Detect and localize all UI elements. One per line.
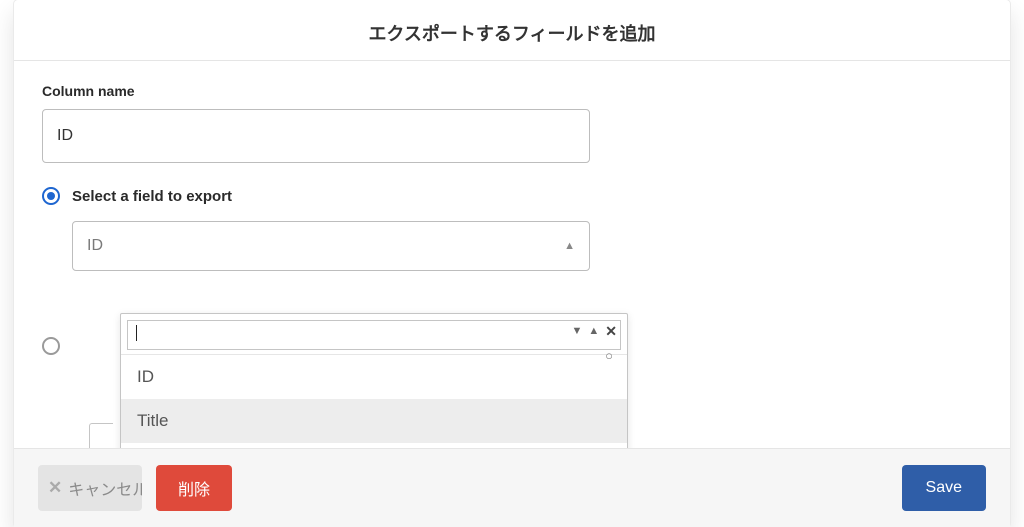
chevron-up-icon[interactable]: ▲ (588, 326, 599, 337)
chevron-down-icon[interactable]: ▼ (571, 326, 582, 337)
delete-button[interactable]: 削除 (156, 465, 232, 511)
radio-dot-icon (47, 192, 55, 200)
column-name-label: Column name (42, 83, 982, 99)
search-icon: ○ (605, 348, 613, 363)
modal-body: Column name Select a field to export ID … (14, 61, 1010, 448)
radio-select-field[interactable]: Select a field to export (42, 187, 982, 205)
modal-footer: ✕ キャンセル 削除 Save (14, 448, 1010, 527)
dropdown-option-title[interactable]: Title (121, 399, 627, 443)
partial-box (89, 423, 113, 448)
cancel-button-label: キャンセル (68, 476, 142, 500)
dropdown-option-id[interactable]: ID (121, 355, 627, 399)
field-select[interactable]: ID ▲ (72, 221, 590, 271)
dropdown-search-input[interactable] (127, 320, 621, 350)
text-cursor-icon (136, 325, 137, 341)
radio-icon (42, 187, 60, 205)
caret-up-icon: ▲ (564, 240, 575, 252)
column-name-input[interactable] (42, 109, 590, 163)
radio-select-field-label: Select a field to export (72, 188, 232, 205)
close-icon[interactable]: ✕ (605, 324, 617, 338)
save-button[interactable]: Save (902, 465, 986, 511)
export-field-modal: エクスポートするフィールドを追加 Column name Select a fi… (14, 0, 1010, 527)
cancel-button[interactable]: ✕ キャンセル (38, 465, 142, 511)
field-select-value: ID (87, 237, 103, 255)
dropdown-search-row: ▼ ▲ ✕ ○ (121, 314, 627, 355)
modal-title: エクスポートするフィールドを追加 (14, 0, 1010, 61)
dropdown-option-content[interactable]: Content (121, 443, 627, 448)
delete-button-label: 削除 (178, 476, 210, 500)
dropdown-sort-icons: ▼ ▲ ✕ (571, 324, 617, 338)
footer-left: ✕ キャンセル 削除 (38, 465, 232, 511)
field-dropdown: ▼ ▲ ✕ ○ ID Title Content Excerpt (120, 313, 628, 448)
save-button-label: Save (926, 479, 962, 497)
radio-icon (42, 337, 60, 355)
close-icon: ✕ (48, 478, 62, 498)
